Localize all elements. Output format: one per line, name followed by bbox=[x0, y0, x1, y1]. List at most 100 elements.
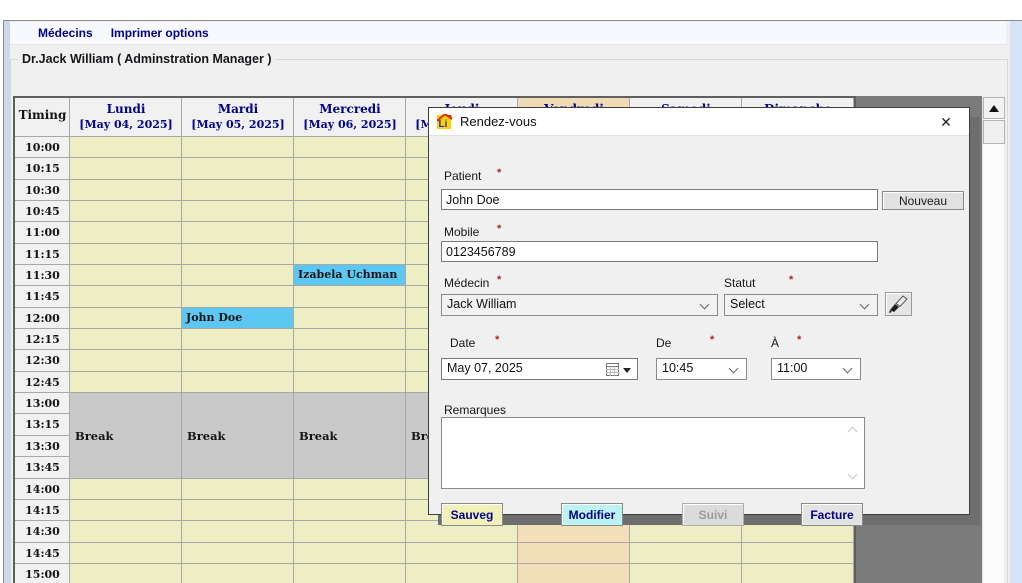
slot-lundi-12:45[interactable] bbox=[70, 372, 182, 393]
slot-mardi-14:30[interactable] bbox=[182, 521, 294, 542]
time-label-13:45: 13:45 bbox=[15, 457, 70, 478]
chevron-down-icon[interactable] bbox=[848, 470, 858, 480]
statut-select[interactable]: Select bbox=[724, 294, 878, 316]
slot-dimanche-15:00[interactable] bbox=[742, 564, 854, 583]
slot-lundi-10:15[interactable] bbox=[70, 158, 182, 179]
slot-lundi-14:45[interactable] bbox=[70, 543, 182, 564]
slot-jeudi-15:00[interactable] bbox=[406, 564, 518, 583]
medecin-select[interactable]: Jack William bbox=[441, 294, 718, 316]
patient-input[interactable] bbox=[441, 189, 878, 210]
slot-mercredi-10:00[interactable] bbox=[294, 137, 406, 158]
slot-mardi-14:15[interactable] bbox=[182, 500, 294, 521]
dialog-body: Patient * Nouveau Mobile * Médecin * Sta… bbox=[429, 136, 969, 516]
slot-mercredi-11:45[interactable] bbox=[294, 286, 406, 307]
slot-mercredi-12:15[interactable] bbox=[294, 329, 406, 350]
slot-lundi-14:15[interactable] bbox=[70, 500, 182, 521]
nouveau-button[interactable]: Nouveau bbox=[882, 191, 964, 210]
slot-mercredi-11:15[interactable] bbox=[294, 244, 406, 265]
patient-required-marker: * bbox=[497, 167, 501, 179]
slot-lundi-12:00[interactable] bbox=[70, 308, 182, 329]
chevron-up-icon[interactable] bbox=[848, 427, 858, 437]
mobile-required-marker: * bbox=[497, 223, 501, 235]
chevron-down-icon bbox=[700, 300, 710, 310]
slot-lundi-11:15[interactable] bbox=[70, 244, 182, 265]
menu-item-medecins[interactable]: Médecins bbox=[38, 26, 93, 40]
break-cell-mercredi: Break bbox=[294, 393, 406, 478]
slot-lundi-11:00[interactable] bbox=[70, 222, 182, 243]
slot-mardi-11:30[interactable] bbox=[182, 265, 294, 286]
slot-mercredi-14:00[interactable] bbox=[294, 479, 406, 500]
slot-mardi-11:45[interactable] bbox=[182, 286, 294, 307]
time-label-11:30: 11:30 bbox=[15, 265, 70, 286]
slot-mercredi-12:45[interactable] bbox=[294, 372, 406, 393]
slot-lundi-12:30[interactable] bbox=[70, 350, 182, 371]
slot-mercredi-10:15[interactable] bbox=[294, 158, 406, 179]
slot-lundi-10:30[interactable] bbox=[70, 180, 182, 201]
scrollbar-up-button[interactable] bbox=[983, 97, 1005, 119]
appointment-cell[interactable]: Izabela Uchman bbox=[294, 265, 406, 286]
slot-lundi-14:30[interactable] bbox=[70, 521, 182, 542]
scrollbar-thumb[interactable] bbox=[983, 120, 1005, 144]
modifier-button[interactable]: Modifier bbox=[561, 503, 623, 526]
slot-mercredi-14:15[interactable] bbox=[294, 500, 406, 521]
slot-mardi-14:45[interactable] bbox=[182, 543, 294, 564]
slot-lundi-12:15[interactable] bbox=[70, 329, 182, 350]
page-scrollbar[interactable] bbox=[982, 97, 1004, 583]
menu-item-imprimer-options[interactable]: Imprimer options bbox=[111, 26, 209, 40]
slot-mardi-11:00[interactable] bbox=[182, 222, 294, 243]
slot-mardi-12:30[interactable] bbox=[182, 350, 294, 371]
close-icon[interactable]: ✕ bbox=[937, 113, 955, 131]
remarques-textarea[interactable] bbox=[441, 417, 865, 489]
slot-mercredi-14:30[interactable] bbox=[294, 521, 406, 542]
slot-mercredi-11:00[interactable] bbox=[294, 222, 406, 243]
slot-mardi-12:45[interactable] bbox=[182, 372, 294, 393]
appointment-cell[interactable]: John Doe bbox=[182, 308, 294, 329]
slot-lundi-10:45[interactable] bbox=[70, 201, 182, 222]
de-selected-value: 10:45 bbox=[662, 361, 693, 375]
slot-lundi-14:00[interactable] bbox=[70, 479, 182, 500]
slot-mercredi-12:30[interactable] bbox=[294, 350, 406, 371]
dialog-titlebar[interactable]: Li Rendez-vous ✕ bbox=[429, 108, 969, 136]
time-label-10:45: 10:45 bbox=[15, 201, 70, 222]
slot-lundi-11:30[interactable] bbox=[70, 265, 182, 286]
slot-lundi-11:45[interactable] bbox=[70, 286, 182, 307]
slot-mardi-10:15[interactable] bbox=[182, 158, 294, 179]
slot-mardi-15:00[interactable] bbox=[182, 564, 294, 583]
slot-mardi-10:45[interactable] bbox=[182, 201, 294, 222]
day-header-mercredi: Mercredi[May 06, 2025] bbox=[294, 98, 406, 137]
time-label-12:45: 12:45 bbox=[15, 372, 70, 393]
facture-button[interactable]: Facture bbox=[801, 503, 863, 526]
slot-mardi-14:00[interactable] bbox=[182, 479, 294, 500]
slot-lundi-10:00[interactable] bbox=[70, 137, 182, 158]
slot-mardi-12:15[interactable] bbox=[182, 329, 294, 350]
mobile-input[interactable] bbox=[441, 241, 878, 262]
de-time-select[interactable]: 10:45 bbox=[656, 358, 747, 380]
slot-lundi-15:00[interactable] bbox=[70, 564, 182, 583]
slot-mardi-11:15[interactable] bbox=[182, 244, 294, 265]
sauveg-button[interactable]: Sauveg bbox=[441, 503, 503, 526]
a-time-select[interactable]: 11:00 bbox=[771, 358, 861, 380]
slot-mardi-10:00[interactable] bbox=[182, 137, 294, 158]
slot-jeudi-14:45[interactable] bbox=[406, 543, 518, 564]
window-left-edge bbox=[4, 21, 10, 583]
date-picker[interactable]: May 07, 2025 bbox=[441, 358, 638, 380]
slot-samedi-15:00[interactable] bbox=[630, 564, 742, 583]
slot-mercredi-12:00[interactable] bbox=[294, 308, 406, 329]
slot-mardi-10:30[interactable] bbox=[182, 180, 294, 201]
day-header-lundi: Lundi[May 04, 2025] bbox=[70, 98, 182, 137]
timing-header: Timing bbox=[15, 98, 70, 137]
slot-dimanche-14:45[interactable] bbox=[742, 543, 854, 564]
slot-mercredi-10:45[interactable] bbox=[294, 201, 406, 222]
suivi-button[interactable]: Suivi bbox=[682, 503, 744, 526]
slot-vendredi-14:45[interactable] bbox=[518, 543, 630, 564]
brush-button[interactable] bbox=[885, 292, 912, 316]
calendar-icon bbox=[606, 363, 619, 376]
slot-mercredi-10:30[interactable] bbox=[294, 180, 406, 201]
slot-mercredi-14:45[interactable] bbox=[294, 543, 406, 564]
time-label-14:30: 14:30 bbox=[15, 521, 70, 542]
slot-samedi-14:45[interactable] bbox=[630, 543, 742, 564]
a-required-marker: * bbox=[797, 334, 801, 346]
svg-text:Li: Li bbox=[439, 119, 448, 130]
slot-mercredi-15:00[interactable] bbox=[294, 564, 406, 583]
slot-vendredi-15:00[interactable] bbox=[518, 564, 630, 583]
